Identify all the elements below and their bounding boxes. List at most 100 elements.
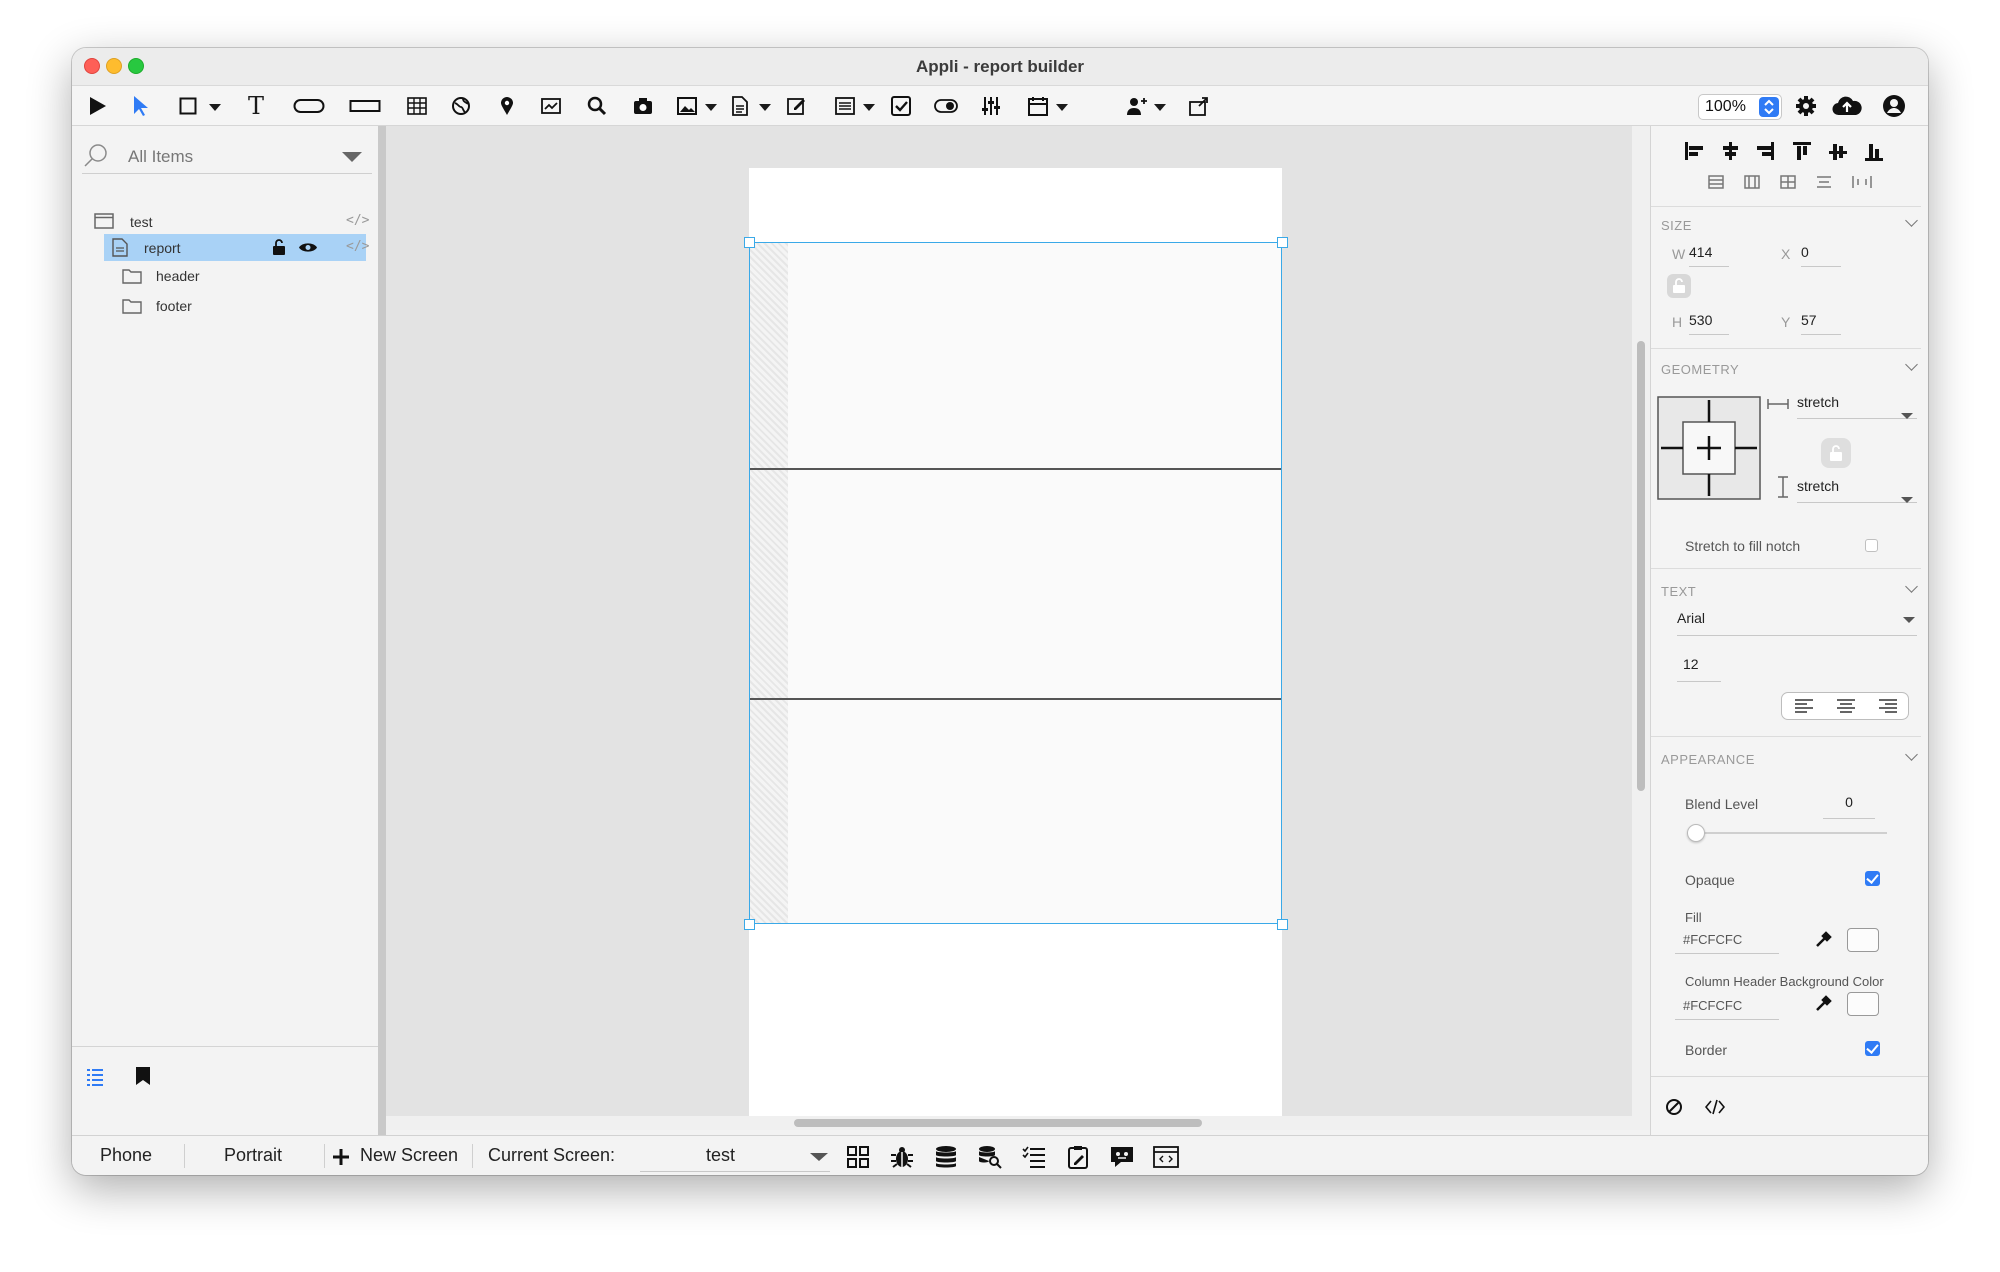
bug-icon[interactable] xyxy=(888,1144,916,1170)
header-band-divider[interactable] xyxy=(750,468,1281,470)
canvas-vertical-scrollbar[interactable] xyxy=(1632,126,1650,1130)
app-window: Appli - report builder T 100% All Items … xyxy=(72,48,1928,1175)
gear-icon[interactable] xyxy=(1794,94,1818,118)
edit-icon[interactable] xyxy=(786,94,808,118)
resize-handle-top-right[interactable] xyxy=(1277,237,1288,248)
pointer-icon[interactable] xyxy=(130,94,150,118)
fill-color-field[interactable]: #FCFCFC xyxy=(1675,932,1779,954)
code-icon[interactable]: </> xyxy=(346,239,369,254)
eyedropper-icon[interactable] xyxy=(1815,930,1833,948)
resize-handle-bottom-left[interactable] xyxy=(744,919,755,930)
database-icon[interactable] xyxy=(932,1144,960,1170)
device-selector[interactable]: Phone xyxy=(100,1145,152,1166)
cloud-upload-icon[interactable] xyxy=(1832,94,1862,118)
left-panel-splitter[interactable] xyxy=(378,126,386,1135)
database-search-icon[interactable] xyxy=(976,1144,1004,1170)
aspect-lock-button[interactable] xyxy=(1667,274,1691,298)
align-right-icon[interactable] xyxy=(1878,698,1902,718)
add-user-icon[interactable] xyxy=(1126,94,1148,118)
horizontal-resizing-select[interactable]: stretch xyxy=(1797,394,1917,419)
fill-color-swatch[interactable] xyxy=(1847,928,1879,952)
calendar-menu-caret[interactable] xyxy=(1056,104,1068,111)
document-icon[interactable] xyxy=(730,94,750,118)
column-header-bg-swatch[interactable] xyxy=(1847,992,1879,1016)
orientation-selector[interactable]: Portrait xyxy=(224,1145,282,1166)
resize-handle-top-left[interactable] xyxy=(744,237,755,248)
clear-style-icon[interactable] xyxy=(1665,1098,1683,1116)
border-checkbox[interactable] xyxy=(1865,1041,1880,1056)
scrollbar-thumb[interactable] xyxy=(1637,341,1645,791)
items-search-field[interactable]: All Items xyxy=(82,140,372,174)
sliders-icon[interactable] xyxy=(980,94,1002,118)
rectangle-menu-caret[interactable] xyxy=(209,104,221,111)
align-left-icon[interactable] xyxy=(1794,698,1818,718)
user-icon[interactable] xyxy=(1882,94,1906,118)
stretch-notch-checkbox[interactable] xyxy=(1865,539,1878,552)
code-icon[interactable] xyxy=(1705,1098,1725,1116)
checkbox-icon[interactable] xyxy=(890,94,912,118)
checklist-icon[interactable] xyxy=(1020,1144,1048,1170)
unlock-icon[interactable] xyxy=(272,239,286,255)
globe-icon[interactable] xyxy=(450,94,472,118)
opaque-checkbox[interactable] xyxy=(1865,871,1880,886)
blend-level-slider[interactable] xyxy=(1687,832,1887,834)
resize-handle-bottom-right[interactable] xyxy=(1277,919,1288,930)
image-menu-caret[interactable] xyxy=(705,104,717,111)
toggle-icon[interactable] xyxy=(934,94,958,118)
input-icon[interactable] xyxy=(348,94,382,118)
anchor-constraint-widget[interactable] xyxy=(1657,396,1761,500)
report-element[interactable] xyxy=(749,242,1282,924)
list-icon[interactable] xyxy=(834,94,856,118)
plus-icon[interactable] xyxy=(332,1148,350,1166)
table-icon[interactable] xyxy=(406,94,428,118)
y-field[interactable]: 57 xyxy=(1801,312,1841,335)
image-icon[interactable] xyxy=(676,94,698,118)
rectangle-icon[interactable] xyxy=(178,94,198,118)
current-screen-select[interactable]: test xyxy=(640,1142,830,1172)
clipboard-edit-icon[interactable] xyxy=(1064,1144,1092,1170)
zoom-level-stepper[interactable]: 100% xyxy=(1698,94,1782,120)
vertical-resizing-select[interactable]: stretch xyxy=(1797,478,1917,503)
search-icon[interactable] xyxy=(586,94,608,118)
layers-list-icon[interactable] xyxy=(86,1068,104,1086)
chevron-down-icon[interactable] xyxy=(342,151,362,163)
canvas-horizontal-scrollbar[interactable] xyxy=(386,1116,1632,1130)
list-menu-caret[interactable] xyxy=(863,104,875,111)
grid-icon[interactable] xyxy=(844,1144,872,1170)
tree-item-test[interactable]: test </> xyxy=(94,208,369,235)
tree-item-report[interactable]: report </> xyxy=(104,234,369,261)
footer-band-divider[interactable] xyxy=(750,698,1281,700)
blend-level-field[interactable]: 0 xyxy=(1823,794,1875,819)
height-field[interactable]: 530 xyxy=(1689,312,1729,335)
user-menu-caret[interactable] xyxy=(1154,104,1166,111)
bookmark-icon[interactable] xyxy=(134,1066,152,1086)
camera-icon[interactable] xyxy=(632,94,654,118)
eyedropper-icon[interactable] xyxy=(1815,994,1833,1012)
map-pin-icon[interactable] xyxy=(498,94,516,118)
tree-item-header[interactable]: header xyxy=(122,262,322,289)
eye-icon[interactable] xyxy=(298,241,318,254)
x-field[interactable]: 0 xyxy=(1801,244,1841,267)
column-header-bg-field[interactable]: #FCFCFC xyxy=(1675,998,1779,1020)
button-icon[interactable] xyxy=(292,94,326,118)
calendar-icon[interactable] xyxy=(1028,94,1048,118)
chat-icon[interactable] xyxy=(1108,1144,1136,1170)
share-icon[interactable] xyxy=(1188,94,1210,118)
text-icon[interactable]: T xyxy=(244,92,268,120)
width-field[interactable]: 414 xyxy=(1689,244,1729,267)
document-menu-caret[interactable] xyxy=(759,104,771,111)
blend-slider-knob[interactable] xyxy=(1687,824,1705,842)
chart-icon[interactable] xyxy=(540,94,562,118)
geometry-lock-button[interactable] xyxy=(1821,438,1851,468)
align-center-icon[interactable] xyxy=(1836,698,1860,718)
play-icon[interactable] xyxy=(86,94,108,118)
new-screen-button[interactable]: New Screen xyxy=(360,1145,458,1166)
zoom-stepper-icon[interactable] xyxy=(1759,97,1779,117)
horizontal-stretch-icon xyxy=(1767,399,1789,409)
font-family-select[interactable]: Arial xyxy=(1677,610,1917,636)
browser-code-icon[interactable] xyxy=(1152,1144,1180,1170)
code-icon[interactable]: </> xyxy=(346,213,369,228)
scrollbar-thumb[interactable] xyxy=(794,1119,1202,1127)
font-size-field[interactable]: 12 xyxy=(1677,656,1721,682)
tree-item-footer[interactable]: footer xyxy=(122,292,322,319)
